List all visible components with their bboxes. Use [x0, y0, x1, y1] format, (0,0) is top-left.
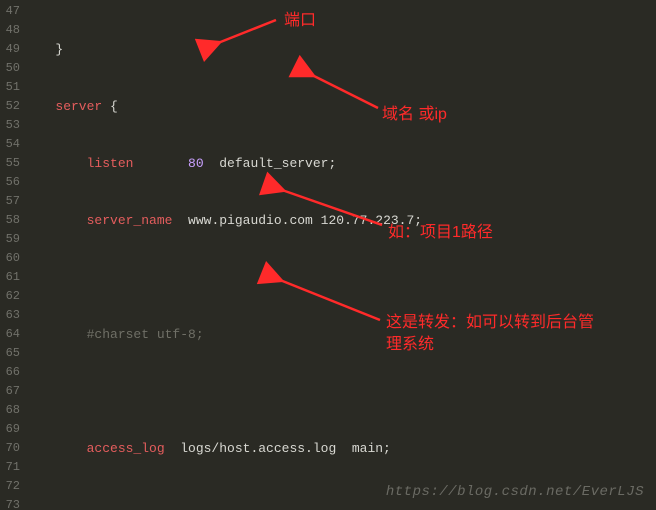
code-line — [32, 382, 656, 401]
line-number: 57 — [0, 192, 20, 211]
line-number: 64 — [0, 325, 20, 344]
line-number: 70 — [0, 439, 20, 458]
line-number-gutter: 47 48 49 50 51 52 53 54 55 56 57 58 59 6… — [0, 0, 24, 510]
line-number: 63 — [0, 306, 20, 325]
line-number: 51 — [0, 78, 20, 97]
line-number: 52 — [0, 97, 20, 116]
code-line: listen 80 default_server; — [32, 154, 656, 173]
line-number: 58 — [0, 211, 20, 230]
line-number: 61 — [0, 268, 20, 287]
code-line: server_name www.pigaudio.com 120.77.223.… — [32, 211, 656, 230]
line-number: 68 — [0, 401, 20, 420]
line-number: 66 — [0, 363, 20, 382]
line-number: 65 — [0, 344, 20, 363]
line-number: 55 — [0, 154, 20, 173]
line-number: 54 — [0, 135, 20, 154]
code-line: access_log logs/host.access.log main; — [32, 439, 656, 458]
code-line: } — [32, 40, 656, 59]
line-number: 62 — [0, 287, 20, 306]
code-line — [32, 496, 656, 510]
code-line — [32, 268, 656, 287]
code-line: #charset utf-8; — [32, 325, 656, 344]
line-number: 67 — [0, 382, 20, 401]
line-number: 69 — [0, 420, 20, 439]
code-editor: 47 48 49 50 51 52 53 54 55 56 57 58 59 6… — [0, 0, 656, 510]
line-number: 73 — [0, 496, 20, 510]
line-number: 72 — [0, 477, 20, 496]
code-line: server { — [32, 97, 656, 116]
line-number: 71 — [0, 458, 20, 477]
code-area[interactable]: } server { listen 80 default_server; ser… — [24, 0, 656, 510]
line-number: 59 — [0, 230, 20, 249]
line-number: 49 — [0, 40, 20, 59]
line-number: 53 — [0, 116, 20, 135]
line-number: 48 — [0, 21, 20, 40]
line-number: 56 — [0, 173, 20, 192]
line-number: 60 — [0, 249, 20, 268]
line-number: 50 — [0, 59, 20, 78]
line-number: 47 — [0, 2, 20, 21]
